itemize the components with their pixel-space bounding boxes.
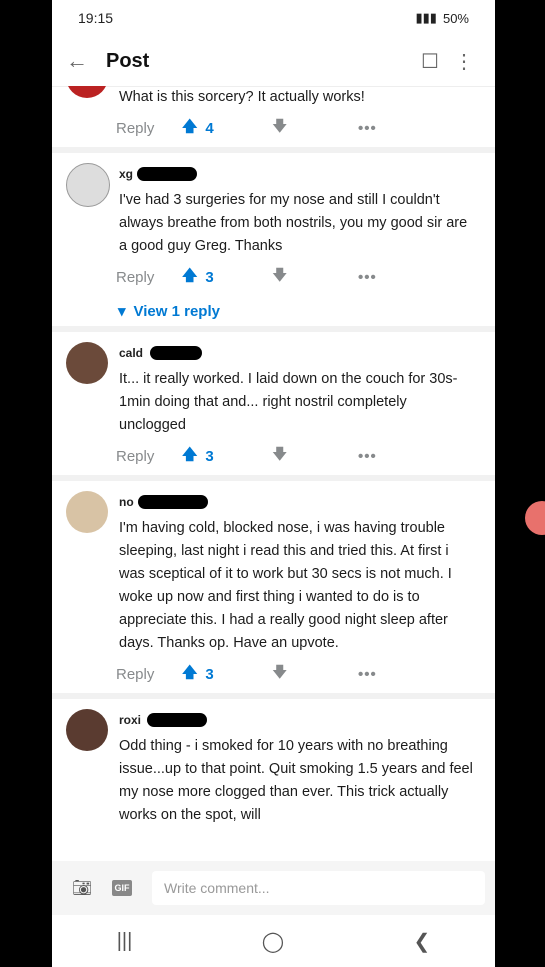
system-back-icon[interactable]: ❮ [414, 929, 431, 954]
redaction-bar [138, 495, 208, 509]
downvote-arrow-icon[interactable]: 🡇 [272, 116, 358, 141]
comment-actions: Reply 🡅 3 🡇 ••• [116, 258, 495, 296]
upvote-button[interactable]: 🡅 3 [182, 444, 272, 469]
upvote-arrow-icon: 🡅 [182, 445, 198, 463]
upvote-arrow-icon: 🡅 [182, 663, 198, 681]
upvote-button[interactable]: 🡅 3 [182, 265, 272, 290]
more-options-icon[interactable]: ••• [358, 666, 377, 683]
comment-feed: What is this sorcery? It actually works!… [52, 86, 495, 861]
reply-button[interactable]: Reply [116, 448, 182, 465]
reply-button[interactable]: Reply [116, 666, 182, 683]
page-title: Post [106, 49, 150, 72]
comment-text: What is this sorcery? It actually works! [119, 89, 365, 105]
top-bar: ← Post ☐ ⋮ [52, 36, 495, 87]
more-options-icon[interactable]: ••• [358, 120, 377, 137]
downvote-arrow-icon[interactable]: 🡇 [272, 265, 358, 290]
username[interactable]: roxi [119, 713, 141, 727]
redaction-bar [137, 167, 197, 181]
comment-item: What is this sorcery? It actually works!… [52, 86, 495, 153]
home-icon[interactable]: ◯ [262, 929, 284, 954]
status-time: 19:15 [78, 10, 114, 26]
comment-text: Odd thing - i smoked for 10 years with n… [119, 738, 473, 823]
vote-count: 3 [205, 447, 214, 465]
comment-item: roxi Odd thing - i smoked for 10 years w… [52, 699, 495, 827]
camera-icon[interactable]: 📷︎ [62, 878, 102, 898]
reply-button[interactable]: Reply [116, 269, 182, 286]
reply-button[interactable]: Reply [116, 120, 182, 137]
redaction-bar [147, 713, 207, 727]
username[interactable]: xg [119, 167, 133, 181]
bookmark-icon[interactable]: ☐ [413, 49, 447, 74]
comment-text: I've had 3 surgeries for my nose and sti… [119, 192, 468, 254]
comment-text: It... it really worked. I laid down on t… [119, 371, 458, 433]
username[interactable]: cald [119, 346, 143, 360]
avatar [66, 86, 108, 98]
overflow-menu-icon[interactable]: ⋮ [447, 49, 481, 74]
downvote-arrow-icon[interactable]: 🡇 [272, 444, 358, 469]
battery-level: 50% [442, 10, 469, 26]
gif-button[interactable]: GIF [112, 880, 132, 896]
comment-text: I'm having cold, blocked nose, i was hav… [119, 520, 452, 651]
upvote-arrow-icon: 🡅 [182, 266, 198, 284]
view-replies-button[interactable]: ▾ View 1 reply [118, 296, 495, 326]
floating-chat-button[interactable] [525, 501, 545, 535]
downvote-arrow-icon[interactable]: 🡇 [272, 662, 358, 687]
more-options-icon[interactable]: ••• [358, 269, 377, 286]
avatar [66, 709, 108, 751]
comment-actions: Reply 🡅 3 🡇 ••• [116, 655, 495, 693]
chevron-down-icon: ▾ [118, 303, 126, 320]
recent-apps-icon[interactable]: ||| [117, 930, 133, 953]
status-bar: 19:15 ▮▮▮ 50% [52, 0, 495, 36]
comment-item: cald It... it really worked. I laid down… [52, 332, 495, 481]
vote-count: 4 [205, 119, 214, 137]
avatar [66, 163, 110, 207]
comment-item: xg I've had 3 surgeries for my nose and … [52, 153, 495, 332]
signal-icon: ▮▮▮ [415, 10, 437, 25]
comment-actions: Reply 🡅 4 🡇 ••• [116, 109, 495, 147]
avatar [66, 491, 108, 533]
system-nav-bar: ||| ◯ ❮ [52, 915, 495, 967]
upvote-button[interactable]: 🡅 3 [182, 662, 272, 687]
upvote-button[interactable]: 🡅 4 [182, 116, 272, 141]
avatar [66, 342, 108, 384]
username[interactable]: no [119, 495, 134, 509]
back-arrow-icon[interactable]: ← [66, 48, 106, 74]
comment-composer: 📷︎ GIF Write comment... [52, 861, 495, 915]
redaction-bar [150, 346, 202, 360]
vote-count: 3 [205, 268, 214, 286]
view-replies-label: View 1 reply [133, 302, 220, 320]
comment-actions: Reply 🡅 3 🡇 ••• [116, 437, 495, 475]
upvote-arrow-icon: 🡅 [182, 117, 198, 135]
more-options-icon[interactable]: ••• [358, 448, 377, 465]
app-screen: 19:15 ▮▮▮ 50% ← Post ☐ ⋮ What is this so… [52, 0, 495, 967]
vote-count: 3 [205, 665, 214, 683]
comment-item: no I'm having cold, blocked nose, i was … [52, 481, 495, 699]
comment-input[interactable]: Write comment... [152, 871, 485, 905]
